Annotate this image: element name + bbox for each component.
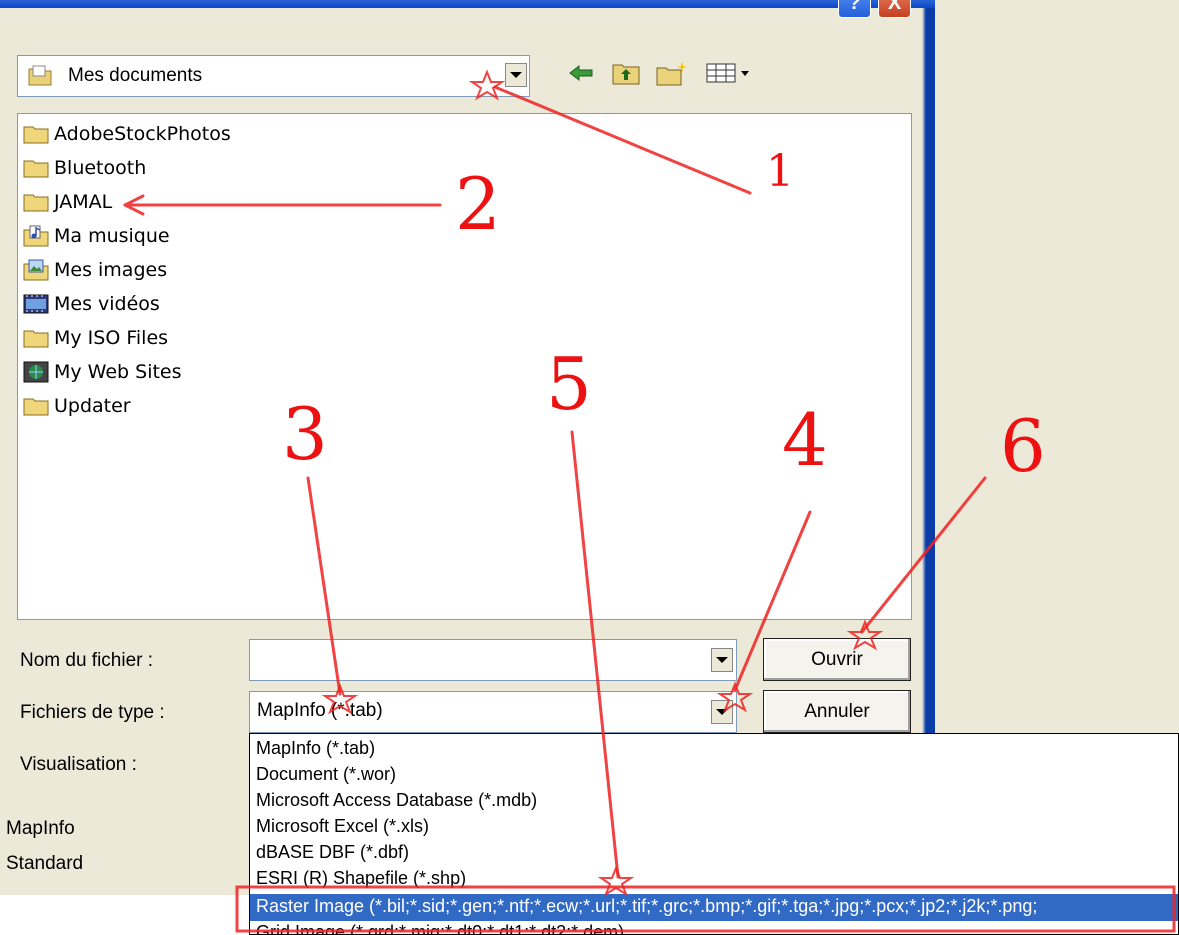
filetype-combobox[interactable]: MapInfo (*.tab) [249, 691, 737, 733]
annotation-number-2: 2 [455, 162, 501, 246]
chevron-down-icon[interactable] [711, 648, 733, 672]
dropdown-option-selected[interactable]: Raster Image (*.bil;*.sid;*.gen;*.ntf;*.… [250, 894, 1178, 921]
dropdown-option[interactable]: Microsoft Access Database (*.mdb) [256, 790, 537, 816]
list-item[interactable]: Mes images [22, 255, 167, 285]
outside-area [0, 895, 249, 935]
list-item[interactable]: Ma musique [22, 221, 170, 251]
folder-icon [22, 326, 50, 350]
filetype-label: Fichiers de type : [20, 702, 165, 723]
preview-label: Visualisation : [20, 754, 137, 775]
list-item[interactable]: JAMAL [22, 187, 112, 217]
list-item[interactable]: My Web Sites [22, 357, 182, 387]
chevron-down-icon[interactable] [505, 63, 527, 87]
list-item[interactable]: Mes vidéos [22, 289, 160, 319]
look-in-value: Mes documents [68, 65, 203, 86]
list-item[interactable]: Bluetooth [22, 153, 146, 183]
view-menu-icon[interactable] [704, 60, 754, 86]
chevron-down-icon[interactable] [711, 700, 733, 724]
up-folder-icon[interactable] [610, 60, 642, 86]
new-folder-icon[interactable] [655, 60, 689, 86]
list-item[interactable]: My ISO Files [22, 323, 168, 353]
standard-label: Standard [6, 853, 84, 874]
dropdown-option[interactable]: dBASE DBF (*.dbf) [256, 842, 409, 868]
filename-label: Nom du fichier : [20, 650, 154, 671]
mapinfo-label: MapInfo [6, 818, 75, 839]
annotation-number-4: 4 [782, 398, 828, 482]
look-in-combobox[interactable]: Mes documents [17, 55, 530, 97]
music-folder-icon [22, 224, 50, 248]
close-button[interactable]: X [878, 0, 911, 18]
web-folder-icon [22, 360, 50, 384]
dropdown-option[interactable]: MapInfo (*.tab) [256, 738, 375, 764]
annotation-number-1: 1 [766, 146, 794, 197]
folder-icon [22, 394, 50, 418]
dropdown-option[interactable]: Grid Image (*.grd;*.mig;*.dt0;*.dt1;*.dt… [256, 922, 624, 934]
folder-icon [22, 122, 50, 146]
open-button[interactable]: Ouvrir [763, 638, 911, 681]
dropdown-option[interactable]: Microsoft Excel (*.xls) [256, 816, 429, 842]
documents-folder-icon [28, 64, 52, 86]
dropdown-option-selected-label: Raster Image (*.bil;*.sid;*.gen;*.ntf;*.… [256, 896, 1038, 916]
filetype-dropdown-list[interactable]: MapInfo (*.tab) Document (*.wor) Microso… [249, 733, 1179, 935]
video-folder-icon [22, 292, 50, 316]
folder-icon [22, 156, 50, 180]
cancel-button[interactable]: Annuler [763, 690, 911, 733]
pictures-folder-icon [22, 258, 50, 282]
folder-icon [22, 190, 50, 214]
title-bar [0, 0, 935, 8]
list-item[interactable]: Updater [22, 391, 131, 421]
annotation-number-5: 5 [546, 342, 592, 426]
help-button[interactable]: ? [838, 0, 871, 18]
annotation-number-6: 6 [1000, 404, 1046, 488]
list-item[interactable]: AdobeStockPhotos [22, 119, 231, 149]
annotation-number-3: 3 [282, 392, 328, 476]
dropdown-option[interactable]: Document (*.wor) [256, 764, 396, 790]
back-icon[interactable] [566, 60, 596, 86]
dropdown-option[interactable]: ESRI (R) Shapefile (*.shp) [256, 868, 466, 894]
filename-combobox[interactable] [249, 639, 737, 681]
filetype-value: MapInfo (*.tab) [257, 700, 383, 721]
